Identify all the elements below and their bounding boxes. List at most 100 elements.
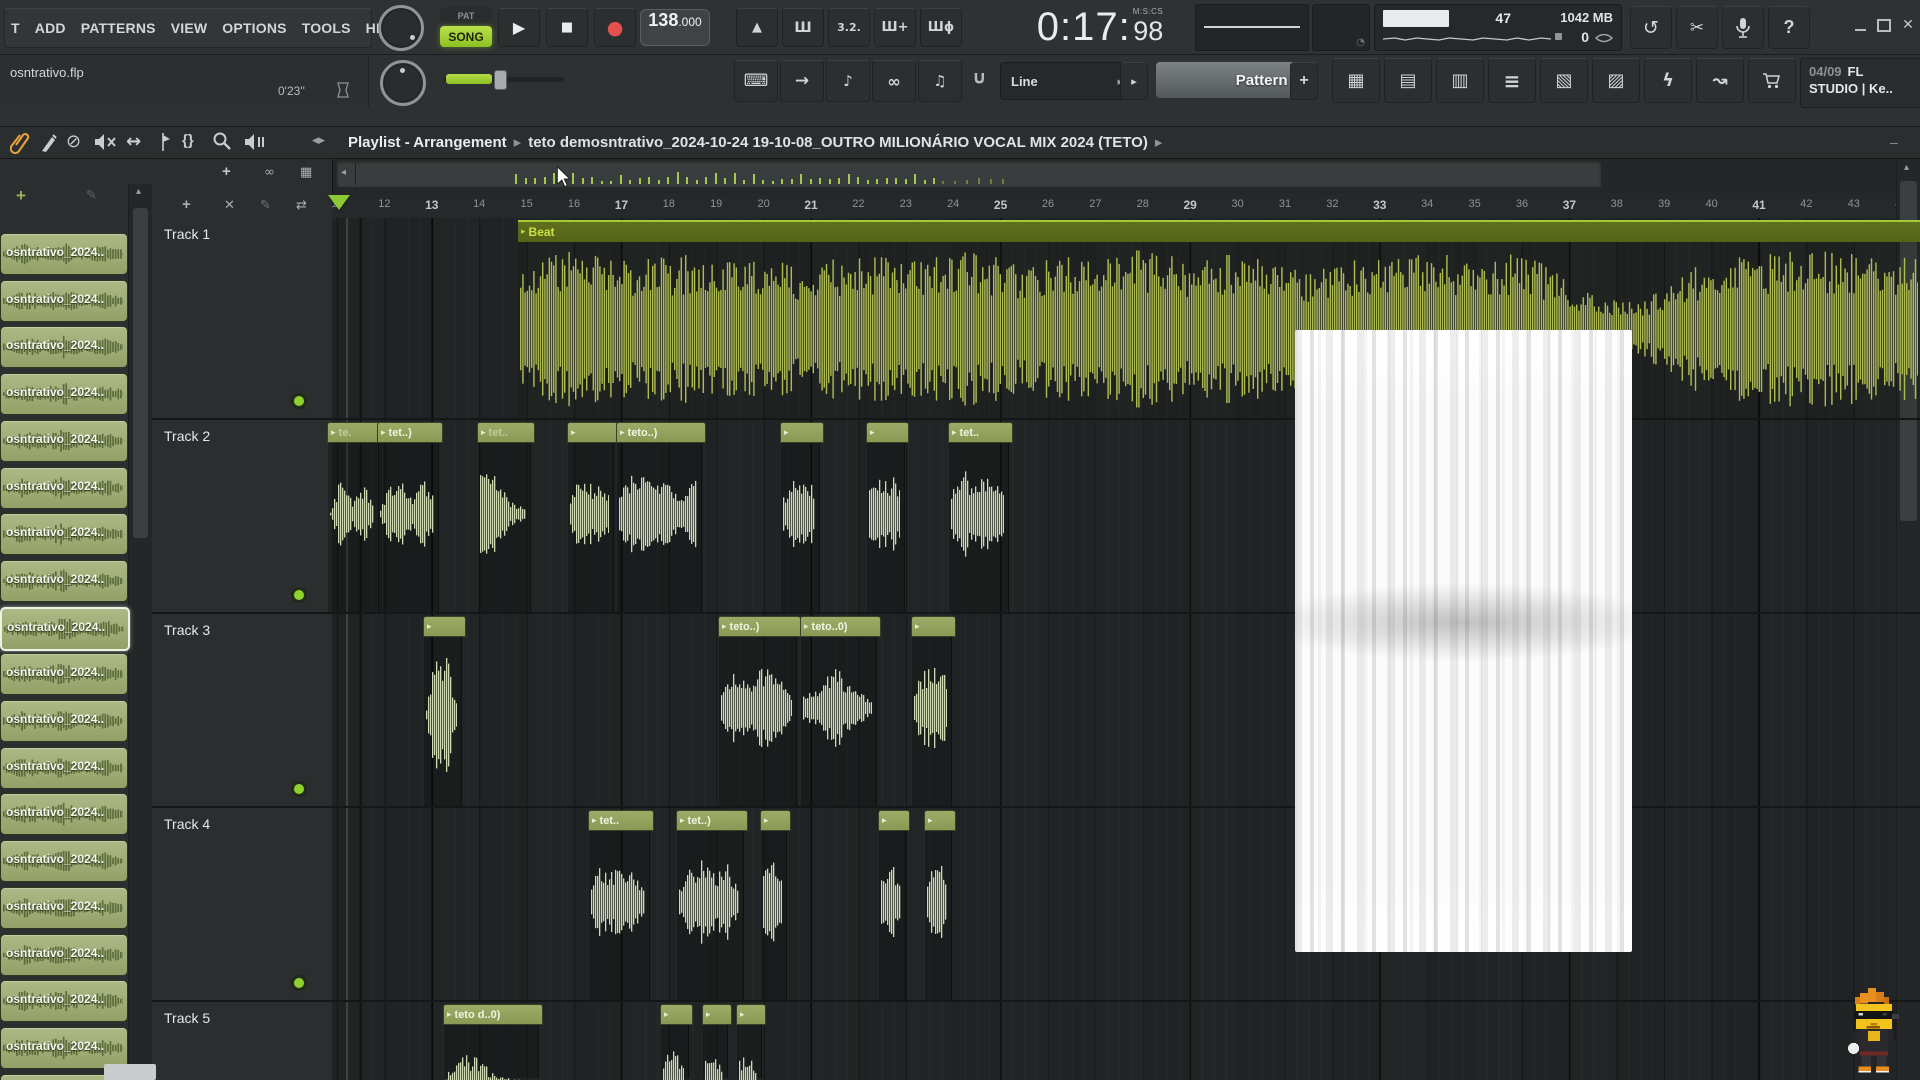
- clip-body[interactable]: [377, 441, 439, 612]
- typing-keyboard-button[interactable]: ⌨: [734, 60, 778, 102]
- edit-icon[interactable]: ✎: [260, 198, 271, 213]
- scroll-up-icon[interactable]: ▴: [136, 186, 141, 197]
- clip-body[interactable]: [948, 441, 1009, 612]
- zoom-tool-icon[interactable]: [212, 131, 232, 151]
- clip-body[interactable]: [702, 1023, 728, 1078]
- clip-header[interactable]: ▸: [660, 1004, 693, 1025]
- menu-item-options[interactable]: OPTIONS: [222, 20, 286, 36]
- stop-button[interactable]: ■: [546, 8, 588, 47]
- delete-icon[interactable]: ✕: [224, 198, 235, 213]
- clip-header[interactable]: ▸: [423, 616, 466, 637]
- picker-clip-item[interactable]: osntrativo_2024..: [0, 700, 128, 742]
- clip-body[interactable]: [800, 635, 877, 806]
- clip-header[interactable]: ▸: [878, 810, 910, 831]
- menu-item-patterns[interactable]: PATTERNS: [81, 20, 156, 36]
- picker-clip-item[interactable]: osntrativo_2024..: [0, 326, 128, 368]
- clip-header[interactable]: ▸: [866, 422, 909, 443]
- picker-clip-item[interactable]: osntrativo_2024..: [0, 280, 128, 322]
- add-pattern-button[interactable]: +: [1290, 62, 1318, 100]
- clip-header[interactable]: ▸: [924, 810, 956, 831]
- track-name-2[interactable]: Track 2: [164, 428, 210, 444]
- clip-header[interactable]: ▸teto d..0): [443, 1004, 543, 1025]
- play-button[interactable]: ▶: [498, 8, 540, 47]
- time-display[interactable]: 0:17: M:S:CS 98: [1005, 2, 1195, 52]
- clip-header[interactable]: ▸teto..): [616, 422, 706, 443]
- plugin-button[interactable]: ϟ: [1644, 58, 1692, 103]
- clip-body[interactable]: [423, 635, 462, 806]
- clip-body[interactable]: [878, 829, 906, 1000]
- clip-header[interactable]: ▸tet..: [477, 422, 535, 443]
- playlist-scrollbar-minimap[interactable]: ◂: [336, 160, 1602, 188]
- picker-clip-item[interactable]: osntrativo_2024..: [0, 1027, 128, 1069]
- picker-clip-item[interactable]: osntrativo_2024..: [0, 887, 128, 929]
- shop-button[interactable]: [1748, 58, 1796, 103]
- select-tool-icon[interactable]: {}: [182, 132, 194, 149]
- pattern-nav-button[interactable]: ▸: [1120, 62, 1148, 100]
- pat-mode-button[interactable]: PAT: [440, 7, 492, 24]
- playlist-link-icon[interactable]: ∞: [264, 165, 275, 180]
- picker-move-icon[interactable]: +: [16, 186, 26, 206]
- track-record-dot[interactable]: [294, 590, 304, 600]
- menu-item-tools[interactable]: TOOLS: [302, 20, 351, 36]
- help-button[interactable]: ?: [1768, 6, 1810, 49]
- record-button[interactable]: ●: [594, 8, 636, 47]
- track-name-1[interactable]: Track 1: [164, 226, 210, 242]
- draw-tool-icon[interactable]: [40, 133, 58, 153]
- channel-rack-button[interactable]: ▥: [1436, 58, 1484, 103]
- graph-handle[interactable]: [1555, 33, 1562, 40]
- slip-tool-icon[interactable]: ⊘: [66, 131, 81, 152]
- track-record-dot[interactable]: [294, 978, 304, 988]
- piano-roll-button[interactable]: ▤: [1384, 58, 1432, 103]
- clip-body[interactable]: [718, 635, 797, 806]
- shuffle-knob[interactable]: [378, 5, 424, 51]
- clip-body[interactable]: [477, 441, 531, 612]
- picker-clip-item[interactable]: osntrativo_2024..: [0, 934, 128, 976]
- clip-body[interactable]: [866, 441, 905, 612]
- scroll-thumb[interactable]: [133, 208, 148, 538]
- playback-tool-icon[interactable]: [244, 133, 268, 151]
- minimize-button[interactable]: [1850, 10, 1870, 40]
- loop-recording-button[interactable]: Шϕ: [920, 8, 962, 47]
- picker-clip-item[interactable]: osntrativo_2024..: [0, 980, 128, 1022]
- volume-thumb[interactable]: [494, 70, 507, 90]
- oscilloscope-panel[interactable]: [1195, 4, 1309, 51]
- sync-button[interactable]: ↺: [1630, 6, 1672, 49]
- aux-panel[interactable]: ◔: [1312, 4, 1370, 51]
- attach-icon[interactable]: [10, 132, 30, 154]
- clip-header[interactable]: ▸: [736, 1004, 766, 1025]
- clip-body[interactable]: [760, 829, 787, 1000]
- countdown-button[interactable]: 3.2.: [828, 8, 870, 47]
- clip-body[interactable]: [911, 635, 952, 806]
- track-name-4[interactable]: Track 4: [164, 816, 210, 832]
- slice-tool-icon[interactable]: [154, 132, 172, 152]
- blend-recording-button[interactable]: Ш+: [874, 8, 916, 47]
- clip-body[interactable]: [780, 441, 820, 612]
- clip-body[interactable]: [660, 1023, 689, 1078]
- clip-body[interactable]: [616, 441, 702, 612]
- clip-body[interactable]: [567, 441, 614, 612]
- playlist-move-icon[interactable]: +: [222, 163, 231, 180]
- clip-header[interactable]: ▸tet..: [588, 810, 654, 831]
- picker-clip-item[interactable]: osntrativo_2024..: [0, 747, 128, 789]
- add-track-icon[interactable]: +: [182, 196, 191, 213]
- multilink-button[interactable]: ♫: [918, 60, 962, 102]
- clip-header[interactable]: ▸: [567, 422, 618, 443]
- clip-body[interactable]: [676, 829, 744, 1000]
- clip-body[interactable]: [736, 1023, 762, 1078]
- clip-header[interactable]: ▸teto..0): [800, 616, 881, 637]
- mixer-button[interactable]: ≡: [1488, 58, 1536, 103]
- track-name-3[interactable]: Track 3: [164, 622, 210, 638]
- plugin-picker-button[interactable]: ▨: [1592, 58, 1640, 103]
- tempo-display[interactable]: 138.000: [640, 9, 710, 46]
- clip-header[interactable]: ▸Beat: [518, 220, 1920, 242]
- picker-clip-item[interactable]: osntrativo_2024..: [0, 420, 128, 462]
- link-channels-button[interactable]: ∞: [872, 60, 916, 102]
- panel-focus-icon[interactable]: ◂▸: [312, 133, 325, 148]
- picker-clip-item[interactable]: osntrativo_2024..: [0, 607, 130, 651]
- clip-header[interactable]: ▸: [702, 1004, 732, 1025]
- playlist-minimize-icon[interactable]: –: [1890, 134, 1898, 150]
- picker-clip-item[interactable]: osntrativo_2024..: [0, 653, 128, 695]
- scroll-up-icon[interactable]: ▴: [1904, 162, 1909, 173]
- stretch-tool-icon[interactable]: ↔: [126, 131, 141, 152]
- picker-clip-item[interactable]: osntrativo_2024..: [0, 513, 128, 555]
